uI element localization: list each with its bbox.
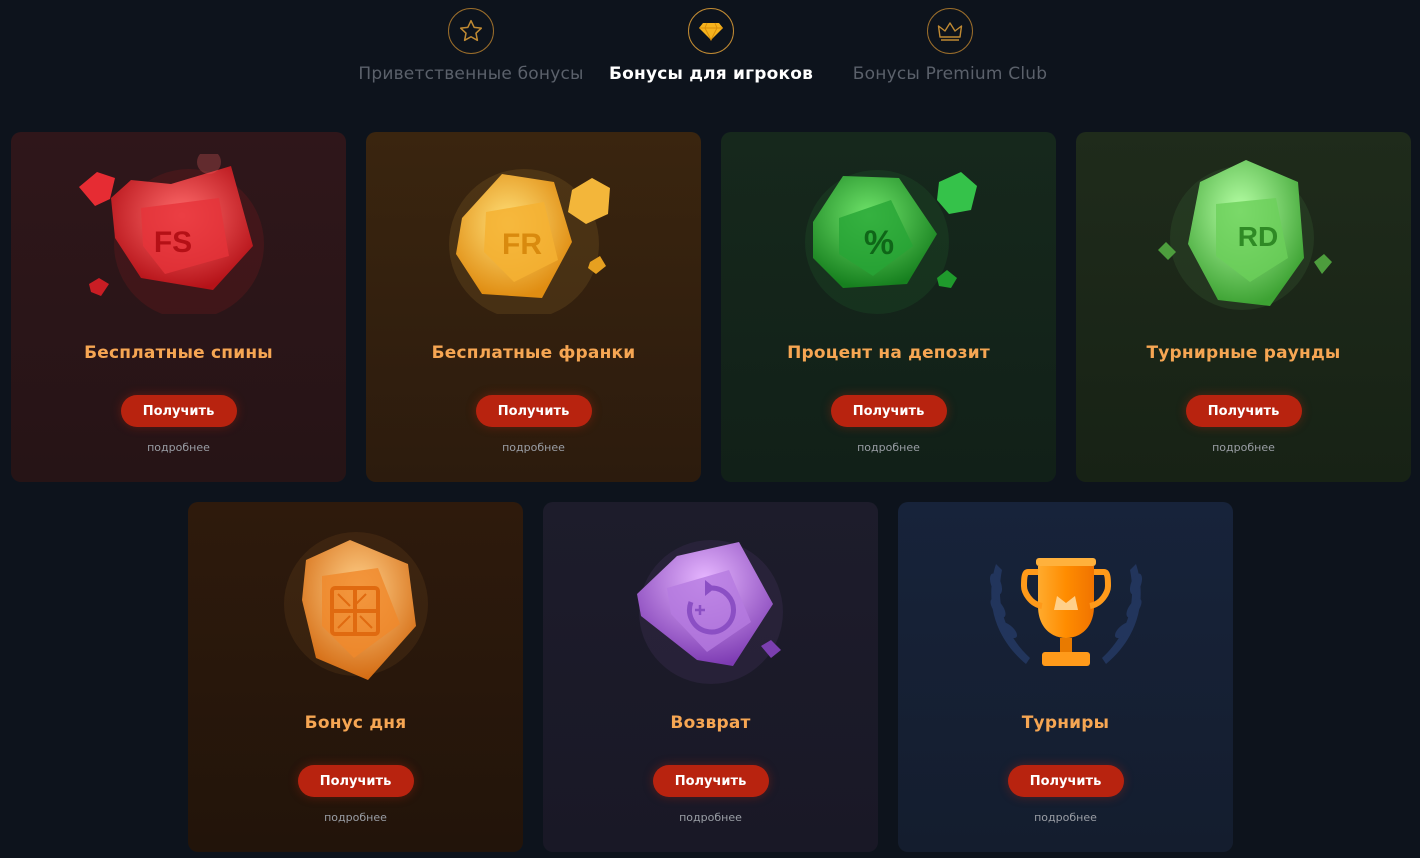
bonus-card-cashback: Возврат Получить подробнее [543, 502, 878, 852]
tab-premium-club-bonuses[interactable]: Бонусы Premium Club [853, 8, 1047, 84]
green-gem-percent-icon: % [804, 170, 977, 314]
gem-badge-text: FR [502, 228, 542, 261]
bonus-card-free-spins: FS Бесплатные спины Получить подробнее [11, 132, 346, 482]
orange-gem-gift-icon [283, 532, 428, 680]
yellow-gem-fr-icon: FR [448, 169, 610, 314]
get-button[interactable]: Получить [652, 765, 769, 797]
card-title: Бесплатные спины [84, 343, 273, 363]
bonus-tabs: Приветственные бонусы Бонусы для игроков… [0, 0, 1420, 110]
card-title: Процент на депозит [787, 343, 990, 363]
bonus-card-deposit-percent: % Процент на депозит Получить подробнее [721, 132, 1056, 482]
card-title: Бесплатные франки [431, 343, 636, 363]
card-title: Бонус дня [304, 713, 407, 733]
bonus-card-tournaments: Турниры Получить подробнее [898, 502, 1233, 852]
gem-badge-text: FS [153, 226, 191, 259]
get-button[interactable]: Получить [830, 395, 947, 427]
more-link[interactable]: подробнее [11, 441, 346, 454]
card-title: Турниры [1021, 713, 1110, 733]
gem-badge-text: % [863, 224, 893, 262]
bonus-card-free-francs: FR Бесплатные франки Получить подробнее [366, 132, 701, 482]
tab-label: Приветственные бонусы [358, 64, 584, 84]
get-button[interactable]: Получить [1185, 395, 1302, 427]
more-link[interactable]: подробнее [721, 441, 1056, 454]
more-link[interactable]: подробнее [543, 811, 878, 824]
trophy-icon [989, 558, 1142, 666]
tab-label: Бонусы Premium Club [852, 64, 1048, 84]
more-link[interactable]: подробнее [188, 811, 523, 824]
get-button[interactable]: Получить [475, 395, 592, 427]
crown-icon [927, 8, 973, 54]
bonus-card-daily-bonus: Бонус дня Получить подробнее [188, 502, 523, 852]
get-button[interactable]: Получить [120, 395, 237, 427]
star-icon [448, 8, 494, 54]
get-button[interactable]: Получить [1007, 765, 1124, 797]
purple-gem-cashback-icon [636, 540, 783, 684]
gem-badge-text: RD [1237, 221, 1277, 252]
tab-player-bonuses[interactable]: Бонусы для игроков [609, 8, 813, 84]
red-gem-fs-icon: FS [78, 154, 264, 314]
card-title: Турнирные раунды [1146, 343, 1341, 363]
diamond-icon [688, 8, 734, 54]
more-link[interactable]: подробнее [1076, 441, 1411, 454]
lightgreen-gem-rd-icon: RD [1157, 160, 1332, 310]
tab-label: Бонусы для игроков [608, 64, 814, 84]
tab-welcome-bonuses[interactable]: Приветственные бонусы [358, 8, 583, 84]
bonus-card-tournament-rounds: RD Турнирные раунды Получить подробнее [1076, 132, 1411, 482]
card-title: Возврат [670, 713, 751, 733]
more-link[interactable]: подробнее [898, 811, 1233, 824]
more-link[interactable]: подробнее [366, 441, 701, 454]
get-button[interactable]: Получить [297, 765, 414, 797]
